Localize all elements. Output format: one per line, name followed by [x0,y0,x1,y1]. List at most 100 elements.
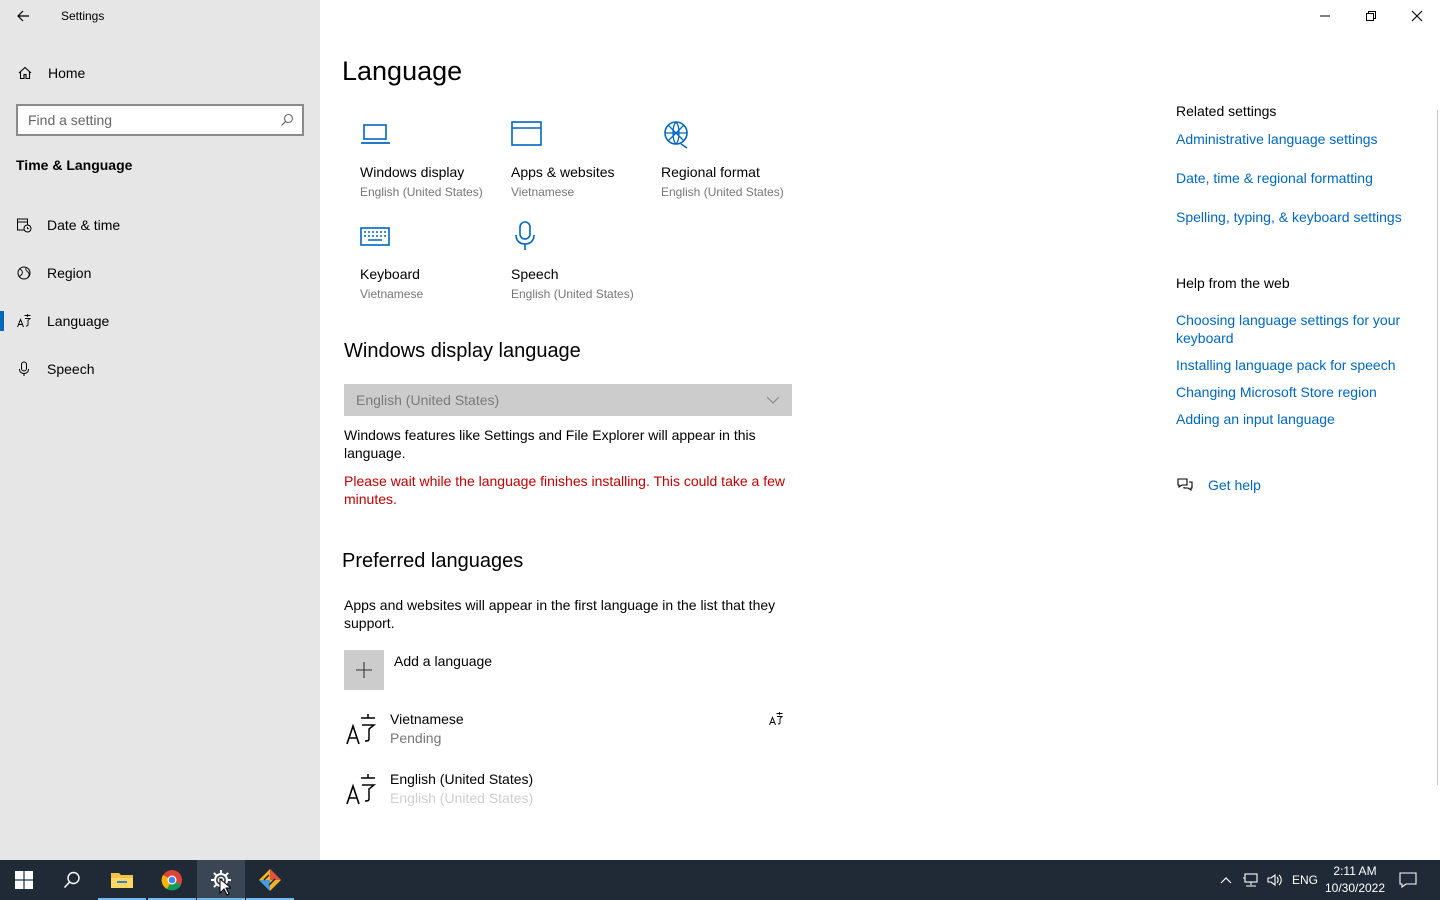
tile-title: Regional format [661,164,760,180]
taskbar-git-app[interactable] [246,860,294,900]
related-settings-heading: Related settings [1176,103,1277,119]
volume-button[interactable] [1264,860,1286,900]
clock-date: 10/30/2022 [1324,881,1386,895]
sidebar-item-speech[interactable]: Speech [0,349,320,389]
tile-title: Windows display [360,164,465,180]
restore-button[interactable] [1348,0,1394,32]
chrome-icon [161,870,182,891]
network-button[interactable] [1240,860,1262,900]
get-help-label: Get help [1208,477,1261,493]
get-help-link[interactable]: Get help [1176,476,1261,494]
input-indicator[interactable]: ENG [1290,860,1320,900]
taskbar: ENG 2:11 AM 10/30/2022 [0,860,1440,900]
search-icon[interactable] [280,113,294,127]
globe-icon [16,265,32,281]
network-icon [1243,873,1258,887]
language-icon [344,771,380,811]
link-adding-input-language[interactable]: Adding an input language [1176,410,1416,428]
search-box[interactable] [16,104,304,136]
link-administrative-language-settings[interactable]: Administrative language settings [1176,130,1416,148]
back-arrow-icon [17,10,29,22]
minimize-icon [1320,15,1330,17]
home-icon [17,65,33,81]
title-bar: Settings [0,0,320,32]
taskbar-file-explorer[interactable] [98,860,146,900]
sidebar-item-language[interactable]: Language [0,301,320,341]
preferred-languages-description: Apps and websites will appear in the fir… [344,597,776,631]
language-item-vietnamese[interactable]: Vietnamese Pending [344,711,792,761]
tile-subtitle: English (United States) [360,185,483,199]
start-button[interactable] [0,860,48,900]
windows-logo-icon [15,871,33,889]
back-button[interactable] [0,0,46,32]
tile-windows-display[interactable]: Windows display English (United States) [360,118,500,199]
add-language-button[interactable]: Add a language [344,650,492,690]
keyboard-icon [360,220,392,252]
language-icon [344,711,380,751]
language-status: English (United States) [390,790,534,806]
tile-apps-websites[interactable]: Apps & websites Vietnamese [511,118,651,199]
search-input[interactable] [28,112,268,128]
language-icon [16,313,32,329]
search-button[interactable] [48,860,96,900]
restore-icon [1366,11,1376,21]
browser-window-icon [511,118,543,150]
link-date-time-regional-formatting[interactable]: Date, time & regional formatting [1176,169,1416,187]
language-status: Pending [390,730,442,746]
home-label: Home [48,65,86,81]
mouse-cursor-icon [219,878,231,896]
file-explorer-icon [111,873,133,888]
microphone-icon [16,361,32,377]
action-center-button[interactable] [1396,860,1420,900]
sidebar-item-date-time[interactable]: Date & time [0,205,320,245]
tile-keyboard[interactable]: Keyboard Vietnamese [360,220,500,301]
search-icon [63,871,80,889]
close-button[interactable] [1394,0,1440,32]
sidebar-item-label: Region [47,265,92,281]
install-warning: Please wait while the language finishes … [344,473,785,507]
tile-title: Speech [511,266,559,282]
notification-icon [1399,872,1417,888]
plus-icon [344,650,384,690]
scrollbar[interactable] [1437,110,1438,785]
tile-regional-format[interactable]: Regional format English (United States) [661,118,801,199]
language-name: English (United States) [390,771,534,787]
display-language-heading: Windows display language [344,340,581,362]
sidebar-item-region[interactable]: Region [0,253,320,293]
sidebar-item-home[interactable]: Home [0,56,320,90]
link-changing-store-region[interactable]: Changing Microsoft Store region [1176,383,1416,401]
link-choosing-language-keyboard[interactable]: Choosing language settings for your keyb… [1176,311,1416,347]
git-app-icon [259,869,281,891]
tile-subtitle: English (United States) [661,185,784,199]
taskbar-chrome[interactable] [148,860,196,900]
taskbar-clock[interactable]: 2:11 AM 10/30/2022 [1320,863,1390,897]
language-item-english[interactable]: English (United States) English (United … [344,771,792,821]
sidebar-item-label: Language [47,313,110,329]
preferred-languages-heading: Preferred languages [342,550,524,572]
language-name: Vietnamese [390,711,464,727]
tile-title: Apps & websites [511,164,615,180]
link-installing-language-pack[interactable]: Installing language pack for speech [1176,356,1416,374]
regional-format-icon [661,118,693,150]
display-language-dropdown[interactable]: English (United States) [344,384,792,416]
show-hidden-icons-button[interactable] [1216,860,1236,900]
close-icon [1411,10,1423,22]
link-spelling-typing-keyboard[interactable]: Spelling, typing, & keyboard settings [1176,208,1416,226]
page-title: Language [342,56,463,86]
display-language-description: Windows features like Settings and File … [344,427,756,461]
tile-speech[interactable]: Speech English (United States) [511,220,651,301]
sidebar-item-label: Date & time [47,217,121,233]
tile-subtitle: Vietnamese [511,185,575,199]
app-title: Settings [61,9,105,23]
chat-help-icon [1177,478,1193,492]
minimize-button[interactable] [1302,0,1348,32]
add-language-label: Add a language [394,653,493,669]
chevron-up-icon [1220,877,1232,884]
chevron-down-icon [766,396,780,404]
sidebar-item-label: Speech [47,361,95,377]
speaker-icon [1267,873,1282,887]
taskbar-settings[interactable] [197,860,245,900]
laptop-icon [360,118,392,150]
sidebar: Settings Home Time & Language Date & tim… [0,0,320,860]
tile-title: Keyboard [360,266,420,282]
